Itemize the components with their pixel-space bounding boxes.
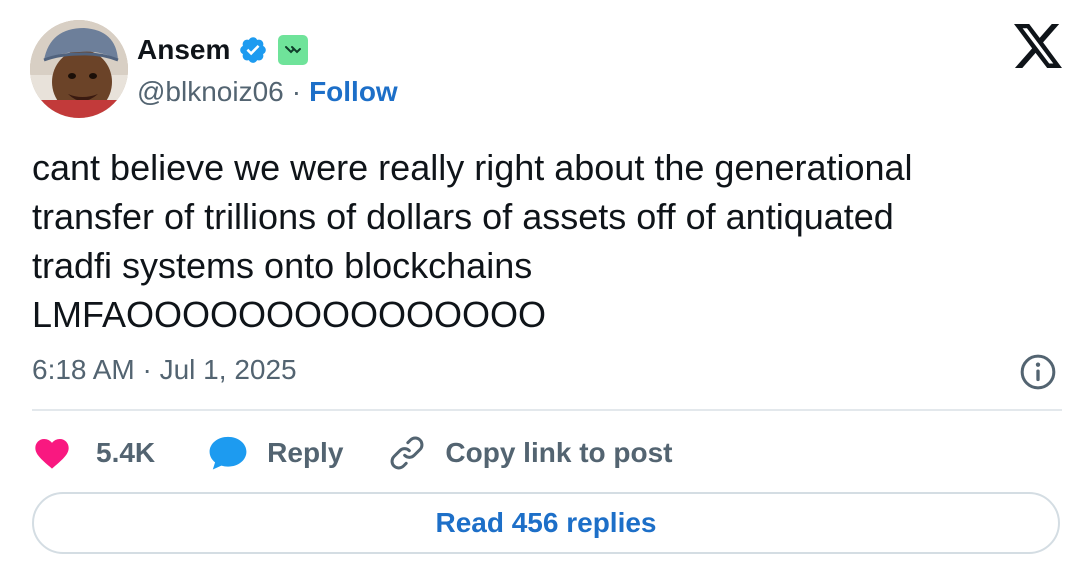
author-name-row: Ansem xyxy=(137,30,309,70)
copy-link-label: Copy link to post xyxy=(445,437,673,468)
follow-button[interactable]: Follow xyxy=(309,72,398,112)
tweet-text: cant believe we were really right about … xyxy=(32,147,913,335)
author-name[interactable]: Ansem xyxy=(137,30,230,70)
avatar[interactable] xyxy=(30,20,128,118)
affiliate-logo-icon xyxy=(285,46,302,54)
reply-button[interactable]: Reply xyxy=(207,433,343,473)
author-handle[interactable]: @blknoiz06 xyxy=(137,72,284,112)
author-handle-row: @blknoiz06 · Follow xyxy=(137,72,398,112)
info-icon[interactable] xyxy=(1018,352,1058,392)
heart-icon xyxy=(35,439,69,469)
separator-dot: · xyxy=(291,76,302,107)
reply-bubble-icon xyxy=(209,436,247,470)
copy-link-button[interactable]: Copy link to post xyxy=(387,433,673,473)
reply-label: Reply xyxy=(267,437,344,468)
read-replies-button[interactable]: Read 456 replies xyxy=(32,492,1060,554)
like-count: 5.4K xyxy=(96,437,156,468)
like-button[interactable]: 5.4K xyxy=(32,433,155,473)
tweet-embed-card: Ansem @blknoiz06 · Follow cant believe w… xyxy=(0,0,1086,588)
affiliate-badge-icon[interactable] xyxy=(278,35,309,65)
divider xyxy=(32,409,1062,411)
link-icon xyxy=(391,436,424,470)
action-bar: 5.4K Reply Copy link to post xyxy=(32,430,673,476)
tweet-timestamp[interactable]: 6:18 AM · Jul 1, 2025 xyxy=(32,350,297,390)
x-logo-icon[interactable] xyxy=(1014,24,1062,68)
verified-badge-icon xyxy=(240,37,267,63)
avatar-image xyxy=(30,20,128,118)
